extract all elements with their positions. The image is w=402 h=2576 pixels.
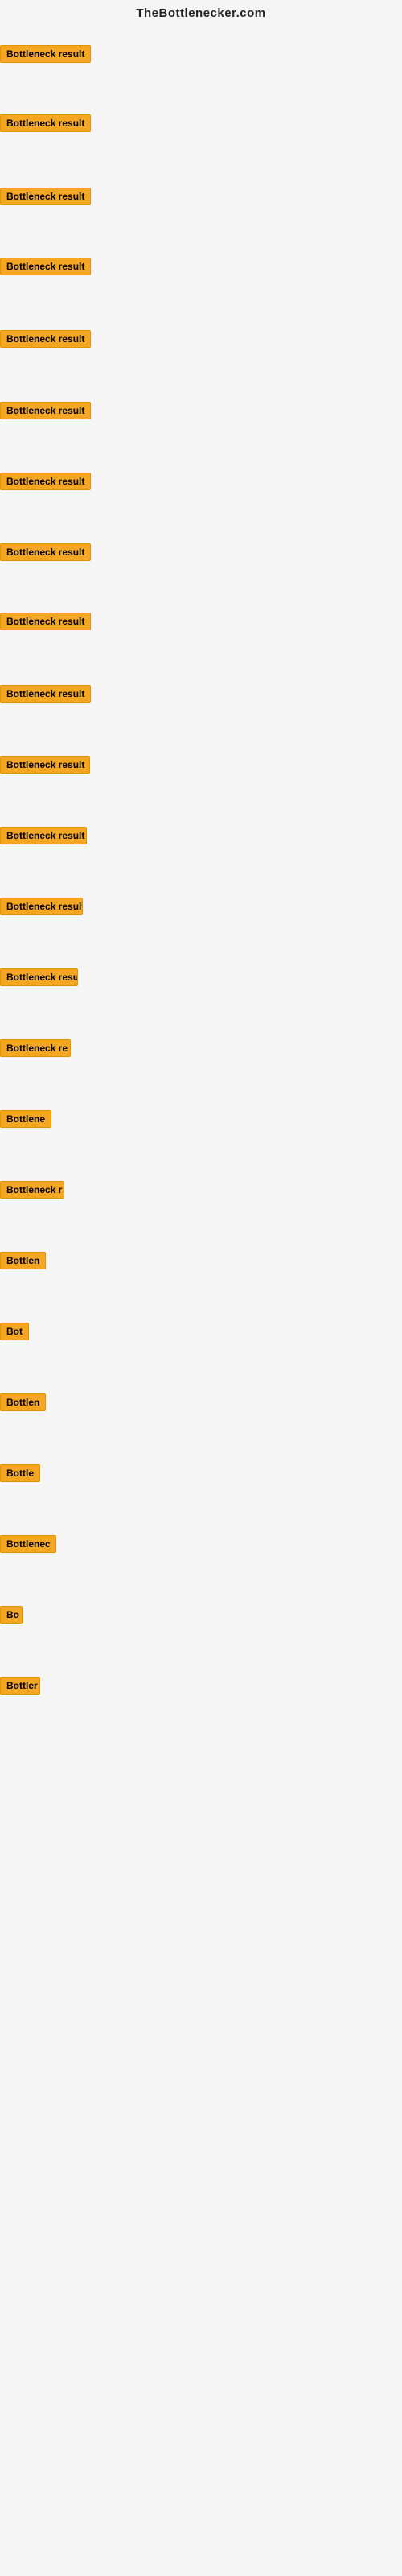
bottleneck-result-row: Bottleneck result — [0, 968, 78, 990]
bottleneck-result-row: Bo — [0, 1606, 23, 1628]
bottleneck-badge[interactable]: Bottleneck result — [0, 114, 91, 132]
bottleneck-badge[interactable]: Bottleneck result — [0, 330, 91, 348]
bottleneck-result-row: Bottleneck result — [0, 402, 91, 423]
bottleneck-badge[interactable]: Bottleneck re — [0, 1039, 71, 1057]
bottleneck-badge[interactable]: Bottleneck result — [0, 685, 91, 703]
bottleneck-result-row: Bottleneck result — [0, 756, 90, 778]
bottleneck-result-row: Bottleneck result — [0, 898, 83, 919]
bottleneck-badge[interactable]: Bottleneck result — [0, 756, 90, 774]
bottleneck-badge[interactable]: Bottler — [0, 1677, 40, 1695]
bottleneck-badge[interactable]: Bottlen — [0, 1393, 46, 1411]
bottleneck-result-row: Bottlen — [0, 1252, 46, 1274]
bottleneck-result-row: Bottleneck result — [0, 330, 91, 352]
bottleneck-badge[interactable]: Bottleneck result — [0, 258, 91, 275]
bottleneck-badge[interactable]: Bottleneck result — [0, 898, 83, 915]
bottleneck-result-row: Bottleneck result — [0, 473, 91, 494]
bottleneck-result-row: Bottleneck result — [0, 543, 91, 565]
bottleneck-badge[interactable]: Bot — [0, 1323, 29, 1340]
bottleneck-result-row: Bottlen — [0, 1393, 46, 1415]
bottleneck-result-row: Bottleneck result — [0, 188, 91, 209]
bottleneck-result-row: Bottler — [0, 1677, 40, 1699]
bottleneck-badge[interactable]: Bottleneck result — [0, 827, 87, 844]
bottleneck-badge[interactable]: Bottleneck result — [0, 968, 78, 986]
bottleneck-badge[interactable]: Bottleneck result — [0, 613, 91, 630]
bottleneck-result-row: Bottleneck result — [0, 827, 87, 848]
site-header: TheBottlenecker.com — [0, 0, 402, 23]
bottleneck-result-row: Bottlene — [0, 1110, 51, 1132]
bottleneck-badge[interactable]: Bottleneck result — [0, 543, 91, 561]
bottleneck-badge[interactable]: Bottlenec — [0, 1535, 56, 1553]
bottleneck-badge[interactable]: Bottlen — [0, 1252, 46, 1269]
bottleneck-result-row: Bottleneck result — [0, 258, 91, 279]
bottleneck-result-row: Bottleneck result — [0, 45, 91, 67]
bottleneck-badge[interactable]: Bottleneck result — [0, 188, 91, 205]
bottleneck-badge[interactable]: Bottleneck r — [0, 1181, 64, 1199]
bottleneck-result-row: Bottleneck result — [0, 114, 91, 136]
bottleneck-result-row: Bottleneck r — [0, 1181, 64, 1203]
bottleneck-result-row: Bottleneck result — [0, 685, 91, 707]
bottleneck-badge[interactable]: Bottleneck result — [0, 45, 91, 63]
bottleneck-result-row: Bot — [0, 1323, 29, 1344]
bottleneck-badge[interactable]: Bottleneck result — [0, 402, 91, 419]
bottleneck-result-row: Bottle — [0, 1464, 40, 1486]
bottleneck-badge[interactable]: Bottle — [0, 1464, 40, 1482]
bottleneck-result-row: Bottleneck re — [0, 1039, 71, 1061]
bottleneck-badge[interactable]: Bottlene — [0, 1110, 51, 1128]
bottleneck-badge[interactable]: Bottleneck result — [0, 473, 91, 490]
bottleneck-badge[interactable]: Bo — [0, 1606, 23, 1624]
bottleneck-result-row: Bottleneck result — [0, 613, 91, 634]
bottleneck-result-row: Bottlenec — [0, 1535, 56, 1557]
